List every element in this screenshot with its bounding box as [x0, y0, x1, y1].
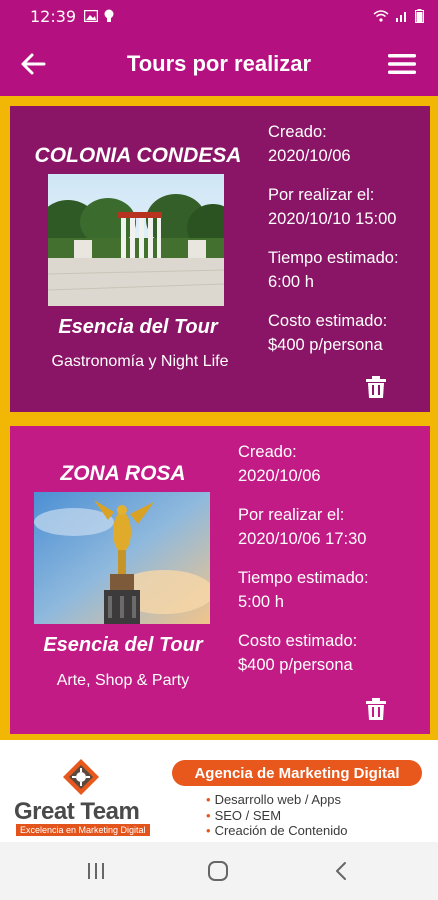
tour-name: COLONIA CONDESA [34, 144, 242, 167]
time-value: 6:00 h [268, 273, 314, 291]
time-label: Tiempo estimado: [238, 569, 369, 587]
tour-essence-label: Esencia del Tour [43, 634, 203, 656]
signal-icon [396, 12, 406, 22]
image-icon [84, 10, 99, 22]
system-nav-bar [0, 842, 438, 900]
scheduled-label: Por realizar el: [268, 186, 375, 204]
created-value: 2020/10/06 [268, 147, 351, 165]
created-label: Creado: [238, 443, 297, 461]
created-label: Creado: [268, 123, 327, 141]
bulb-icon [104, 9, 114, 22]
tour-card-zona-rosa[interactable]: ZONA ROSA Esencia del Tour Arte, Shop & … [10, 426, 430, 734]
trash-icon[interactable] [366, 698, 386, 720]
ad-bullet: Desarrollo web / Apps [206, 792, 348, 808]
angel-independence-photo [34, 492, 210, 624]
great-team-logo-icon [63, 759, 99, 795]
monument-park-photo [48, 174, 224, 306]
tour-info: Creado: 2020/10/06 Por realizar el: 2020… [238, 440, 369, 692]
scheduled-label: Por realizar el: [238, 506, 345, 524]
tour-category: Arte, Shop & Party [56, 672, 190, 689]
ad-headline: Agencia de Marketing Digital [172, 760, 422, 786]
ad-banner[interactable]: Great Team Excelencia en Marketing Digit… [0, 740, 438, 842]
ad-bullet: Creación de Contenido [206, 823, 348, 839]
cost-label: Costo estimado: [268, 312, 388, 330]
ad-bullet: SEO / SEM [206, 808, 348, 824]
status-time: 12:39 [30, 6, 77, 26]
ad-bullets: Desarrollo web / Apps SEO / SEM Creación… [206, 792, 348, 839]
page-title: Tours por realizar [126, 51, 312, 76]
back-icon[interactable] [330, 861, 354, 881]
tour-info: Creado: 2020/10/06 Por realizar el: 2020… [268, 120, 399, 372]
ad-brand-tagline: Excelencia en Marketing Digital [16, 824, 150, 836]
time-value: 5:00 h [238, 593, 284, 611]
cost-value: $400 p/persona [238, 656, 353, 674]
ad-brand: Great Team [14, 798, 140, 825]
recent-apps-icon[interactable] [84, 861, 108, 881]
time-label: Tiempo estimado: [268, 249, 399, 267]
cost-value: $400 p/persona [268, 336, 383, 354]
created-value: 2020/10/06 [238, 467, 321, 485]
wifi-icon [373, 10, 389, 22]
app-bar: Tours por realizar [0, 32, 438, 96]
scheduled-value: 2020/10/06 17:30 [238, 530, 367, 548]
hamburger-menu-icon[interactable] [388, 52, 416, 76]
tour-card-colonia-condesa[interactable]: COLONIA CONDESA Esencia del Tour Gastron… [10, 106, 430, 412]
arrow-left-icon[interactable] [20, 52, 46, 76]
tour-category: Gastronomía y Night Life [51, 353, 229, 370]
cost-label: Costo estimado: [238, 632, 358, 650]
battery-icon [415, 9, 424, 23]
tour-essence-label: Esencia del Tour [58, 316, 218, 338]
status-bar: 12:39 [0, 0, 438, 32]
scheduled-value: 2020/10/10 15:00 [268, 210, 397, 228]
tours-list: COLONIA CONDESA Esencia del Tour Gastron… [0, 96, 438, 740]
trash-icon[interactable] [366, 376, 386, 398]
tour-name: ZONA ROSA [60, 462, 186, 485]
home-icon[interactable] [206, 861, 230, 881]
